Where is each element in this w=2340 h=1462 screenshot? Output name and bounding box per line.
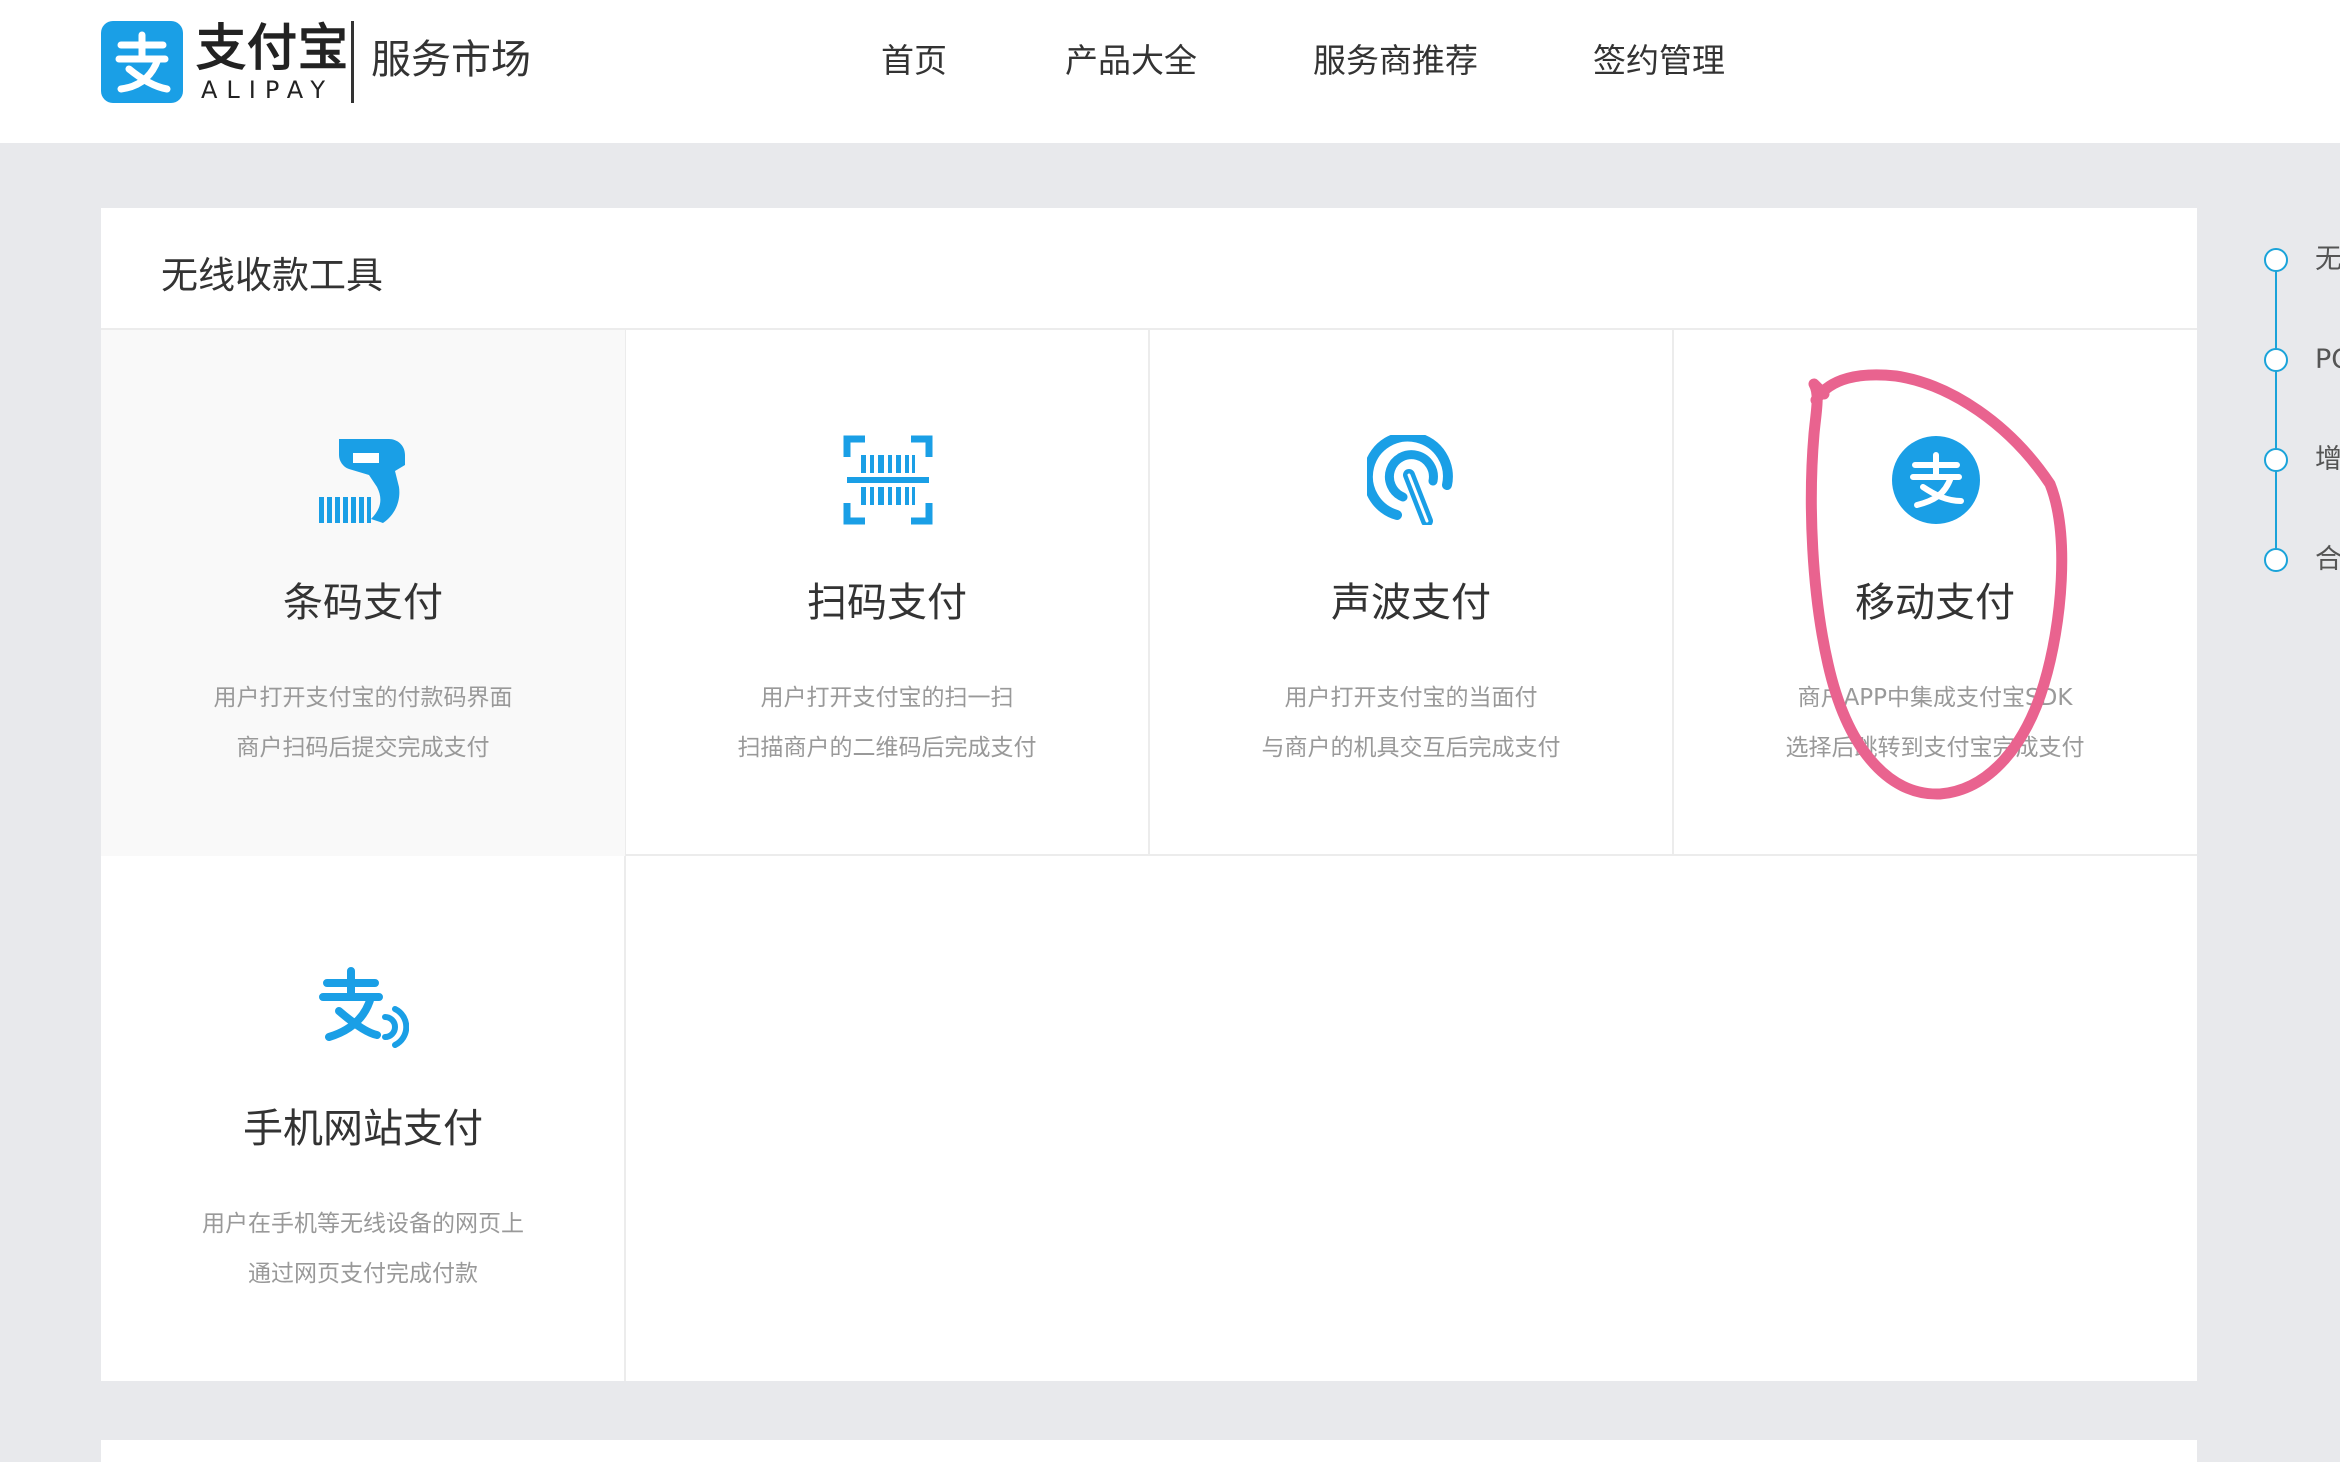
barcode-scanner-icon xyxy=(319,435,409,525)
product-title: 移动支付 xyxy=(1855,580,2015,626)
product-description: 用户打开支付宝的当面付 与商户的机具交互后完成支付 xyxy=(1261,685,1561,761)
product-description: 用户打开支付宝的付款码界面 商户扫码后提交完成支付 xyxy=(213,685,513,761)
step-dot-icon xyxy=(2264,248,2288,272)
product-title: 条码支付 xyxy=(283,580,443,626)
nav-providers[interactable]: 服务商推荐 xyxy=(1313,36,1478,86)
brand-name-cn: 支付宝 xyxy=(196,19,349,77)
product-scan-pay[interactable]: 扫码支付 用户打开支付宝的扫一扫 扫描商户的二维码后完成支付 xyxy=(625,330,1149,856)
top-header: 支付宝 ALIPAY 服务市场 首页 产品大全 服务商推荐 签约管理 xyxy=(0,0,2340,143)
alipay-logo[interactable]: 支付宝 ALIPAY 服务市场 xyxy=(101,21,541,105)
step-line xyxy=(2275,262,2277,562)
step-item[interactable]: 合 xyxy=(2262,540,2340,580)
step-item[interactable]: 无 xyxy=(2262,240,2340,280)
alipay-logo-icon xyxy=(101,21,183,103)
step-label: 增 xyxy=(2315,444,2340,475)
product-title: 扫码支付 xyxy=(807,580,967,626)
nav-home[interactable]: 首页 xyxy=(881,36,947,86)
step-label: 合 xyxy=(2315,544,2340,575)
product-title: 声波支付 xyxy=(1331,580,1491,626)
step-dot-icon xyxy=(2264,548,2288,572)
step-label: PC xyxy=(2315,344,2340,375)
product-description: 用户在手机等无线设备的网页上 通过网页支付完成付款 xyxy=(202,1211,524,1287)
step-dot-icon xyxy=(2264,448,2288,472)
alipay-wave-icon xyxy=(319,961,410,1051)
product-description: 用户打开支付宝的扫一扫 扫描商户的二维码后完成支付 xyxy=(737,685,1037,761)
scan-code-icon xyxy=(843,435,933,525)
product-barcode-pay[interactable]: 条码支付 用户打开支付宝的付款码界面 商户扫码后提交完成支付 xyxy=(101,330,625,856)
section-title: 无线收款工具 xyxy=(161,254,383,297)
next-section-card xyxy=(101,1440,2197,1462)
alipay-circle-icon xyxy=(1891,435,1981,525)
wireless-payment-card: 无线收款工具 条码支付 用户打开支付宝的付款码界面 商户扫码后提交完成支付 扫码… xyxy=(101,208,2197,1381)
brand-name-en: ALIPAY xyxy=(201,76,335,104)
nav-contracts[interactable]: 签约管理 xyxy=(1593,36,1725,86)
nav-products[interactable]: 产品大全 xyxy=(1065,36,1197,86)
brand-section: 服务市场 xyxy=(371,37,531,83)
step-item[interactable]: 增 xyxy=(2262,440,2340,480)
step-label: 无 xyxy=(2315,244,2340,275)
product-title: 手机网站支付 xyxy=(243,1106,483,1152)
product-soundwave-pay[interactable]: 声波支付 用户打开支付宝的当面付 与商户的机具交互后完成支付 xyxy=(1149,330,1673,856)
step-dot-icon xyxy=(2264,348,2288,372)
side-step-navigator: 无 PC 增 合 xyxy=(2262,236,2340,586)
soundwave-icon xyxy=(1362,431,1457,527)
product-description: 商户APP中集成支付宝SDK 选择后跳转到支付宝完成支付 xyxy=(1785,685,2085,761)
product-mobile-web-pay[interactable]: 手机网站支付 用户在手机等无线设备的网页上 通过网页支付完成付款 xyxy=(101,856,625,1382)
product-mobile-pay[interactable]: 移动支付 商户APP中集成支付宝SDK 选择后跳转到支付宝完成支付 xyxy=(1673,330,2197,856)
step-item[interactable]: PC xyxy=(2262,340,2340,380)
logo-divider xyxy=(351,21,354,103)
